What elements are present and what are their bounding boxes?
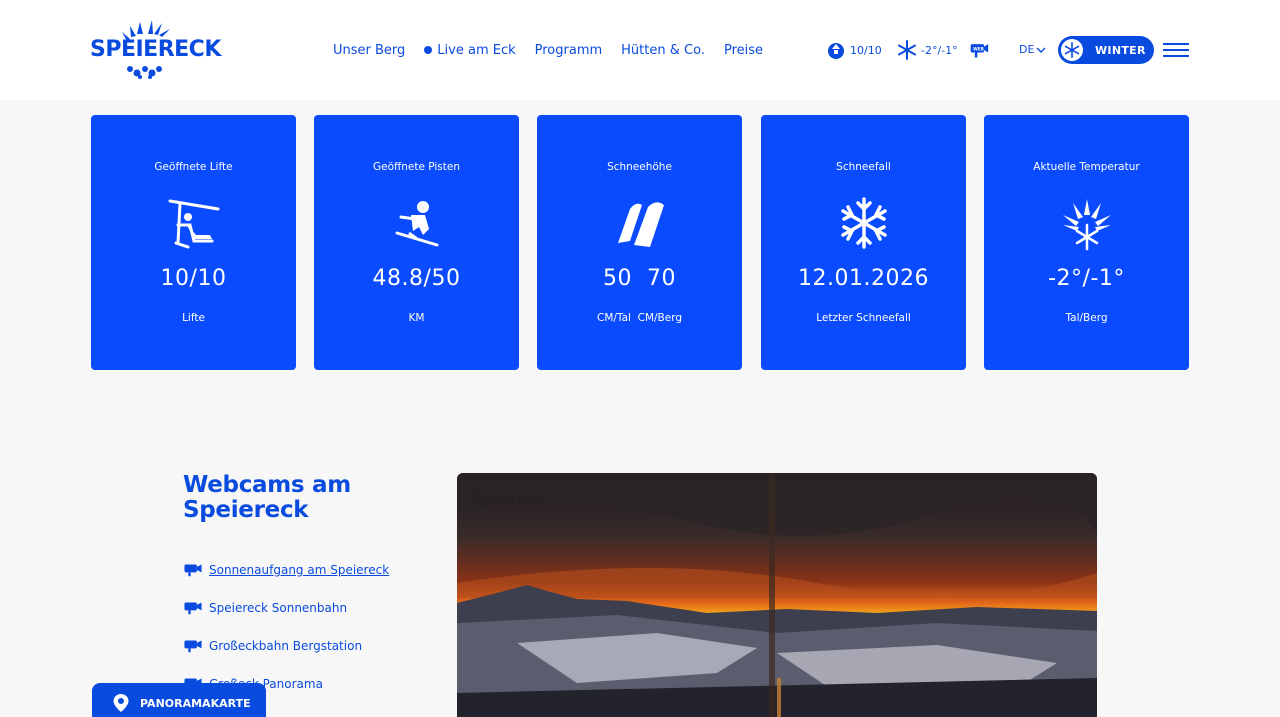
site-header: SPEIERECK Unser Berg Live am Eck Program… bbox=[0, 0, 1280, 100]
card-snow-depth: Schneehöhe 50 70 CM/Tal CM/Berg bbox=[537, 115, 742, 370]
nav-live-label: Live am Eck bbox=[437, 42, 516, 58]
panorama-map-button[interactable]: PANORAMAKARTE bbox=[92, 683, 266, 717]
speiereck-logo[interactable]: SPEIERECK bbox=[90, 20, 221, 80]
snowflake-icon bbox=[898, 40, 916, 60]
card-unit: Letzter Schneefall bbox=[816, 312, 911, 324]
status-webcam[interactable]: WEB bbox=[969, 38, 993, 62]
card-title: Geöffnete Lifte bbox=[154, 161, 233, 173]
card-unit: Tal/Berg bbox=[1065, 312, 1108, 324]
webcam-image[interactable]: Speiereck bbox=[457, 473, 1097, 717]
nav-huetten[interactable]: Hütten & Co. bbox=[621, 40, 705, 60]
nav-live-am-eck[interactable]: Live am Eck bbox=[424, 40, 516, 60]
snow-depth-icon bbox=[617, 202, 664, 247]
webcam-icon: WEB bbox=[970, 44, 989, 58]
card-snowfall: Schneefall 12.01.2026 Letzter Schneefall bbox=[761, 115, 966, 370]
sun-snow-icon bbox=[1062, 199, 1111, 251]
webcam-link-label: Großeckbahn Bergstation bbox=[209, 639, 363, 653]
card-title: Schneefall bbox=[836, 161, 891, 173]
card-open-slopes: Geöffnete Pisten 48.8/50 KM bbox=[314, 115, 519, 370]
nav-unser-berg[interactable]: Unser Berg bbox=[333, 40, 405, 60]
nav-programm[interactable]: Programm bbox=[535, 40, 603, 60]
card-title: Aktuelle Temperatur bbox=[1033, 161, 1140, 173]
season-toggle[interactable]: WINTER bbox=[1058, 36, 1154, 64]
webcam-link-label: Speiereck Sonnenbahn bbox=[209, 601, 348, 615]
card-unit: CM/Tal CM/Berg bbox=[596, 312, 683, 324]
card-value: 50 70 bbox=[603, 266, 676, 291]
webcams-heading-line1: Webcams am bbox=[183, 472, 351, 498]
svg-text:Speiereck: Speiereck bbox=[471, 491, 542, 507]
webcam-link-sonnenaufgang[interactable]: Sonnenaufgang am Speiereck bbox=[183, 560, 389, 580]
map-pin-icon bbox=[113, 694, 129, 712]
panorama-map-label: PANORAMAKARTE bbox=[140, 696, 251, 710]
card-value: 10/10 bbox=[160, 266, 227, 291]
sunrise-panorama-image: Speiereck bbox=[457, 473, 1097, 717]
card-title: Schneehöhe bbox=[607, 161, 672, 173]
webcam-icon bbox=[184, 564, 202, 577]
live-dot-icon bbox=[424, 46, 433, 54]
svg-text:WEB: WEB bbox=[973, 46, 984, 51]
season-snowflake-icon bbox=[1061, 39, 1083, 61]
webcam-icon bbox=[184, 640, 202, 653]
card-value: 12.01.2026 bbox=[798, 266, 929, 291]
language-value: DE bbox=[1019, 43, 1035, 56]
card-title: Geöffnete Pisten bbox=[372, 161, 460, 173]
season-label: WINTER bbox=[1095, 43, 1146, 57]
card-value: 48.8/50 bbox=[372, 266, 461, 291]
logo-text: SPEIERECK bbox=[90, 37, 221, 62]
language-selector[interactable]: DE bbox=[1019, 43, 1046, 56]
lift-globe-icon bbox=[828, 43, 844, 59]
card-unit: KM bbox=[408, 312, 425, 324]
webcam-icon bbox=[184, 602, 202, 615]
skier-icon bbox=[395, 201, 438, 247]
webcams-heading-line2: Speiereck bbox=[183, 497, 309, 523]
snowflake-icon bbox=[840, 197, 887, 249]
status-lifts[interactable]: 10/10 bbox=[826, 38, 882, 62]
card-value: -2°/-1° bbox=[1048, 266, 1125, 291]
status-lifts-value: 10/10 bbox=[850, 43, 882, 57]
card-temperature: Aktuelle Temperatur -2°/-1° Tal/Berg bbox=[984, 115, 1189, 370]
card-open-lifts: Geöffnete Lifte 10/10 Lifte bbox=[91, 115, 296, 370]
chairlift-icon bbox=[168, 199, 219, 249]
webcams-heading: Webcams am Speiereck bbox=[183, 473, 351, 523]
webcam-link-sonnenbahn[interactable]: Speiereck Sonnenbahn bbox=[183, 598, 389, 618]
chevron-down-icon bbox=[1036, 47, 1046, 53]
webcam-link-grosseckbahn[interactable]: Großeckbahn Bergstation bbox=[183, 636, 389, 656]
status-temp-value: -2°/-1° bbox=[921, 43, 958, 57]
card-unit: Lifte bbox=[182, 312, 205, 324]
menu-hamburger-icon[interactable] bbox=[1163, 43, 1189, 57]
status-temperature[interactable]: -2°/-1° bbox=[897, 38, 958, 62]
webcam-link-label: Sonnenaufgang am Speiereck bbox=[209, 563, 390, 577]
main-navigation: Unser Berg Live am Eck Programm Hütten &… bbox=[333, 40, 782, 60]
nav-preise[interactable]: Preise bbox=[724, 40, 763, 60]
